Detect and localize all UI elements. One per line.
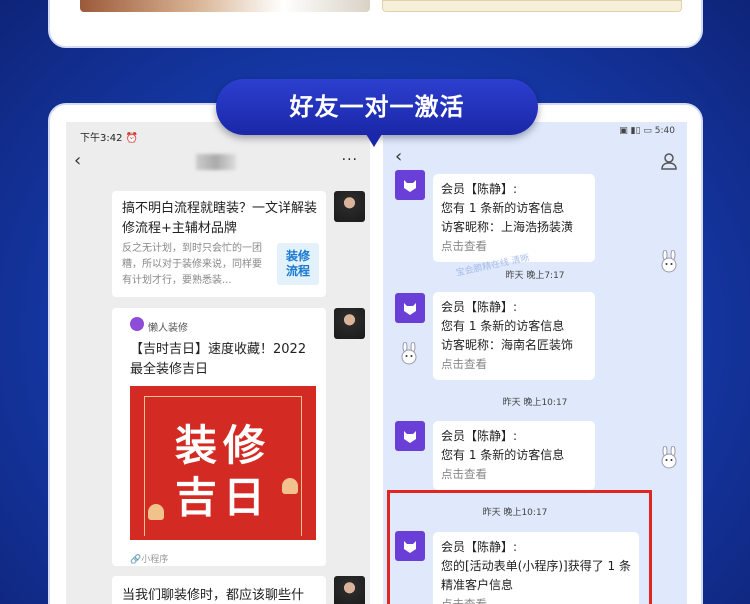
chat-nav-bar: ‹ ··· — [66, 150, 370, 180]
article-card-message[interactable]: 搞不明白流程就瞎装？一文详解装修流程+主辅材品牌 反之无计划，到时只会忙的一团糟… — [112, 191, 326, 297]
mini-program-title: 【吉时吉日】速度收藏！2022最全装修吉日 — [130, 342, 307, 377]
message-line: 访客昵称：上海浩扬装潢 — [441, 220, 574, 234]
user-icon[interactable] — [660, 152, 678, 170]
bunny-sticker-icon — [661, 250, 677, 273]
avatar[interactable] — [334, 308, 365, 339]
notification-message[interactable]: 会员【陈静】: 您的[活动表单(小程序)]获得了 1 条精准客户信息 点击查看 — [433, 532, 639, 604]
left-phone-screenshot: 下午3:42 ⏰ ‹ ··· 搞不明白流程就瞎装？一文详解装修流程+主辅材品牌 … — [66, 122, 370, 604]
article-thumbnail: 装修 流程 — [277, 243, 319, 285]
timestamp: 昨天 晚上10:17 — [482, 508, 548, 518]
notification-bot-icon — [395, 293, 425, 323]
section-title-pill: 好友一对一激活 — [216, 79, 538, 147]
message-line: 会员【陈静】: — [441, 182, 518, 196]
bunny-sticker-icon — [401, 342, 417, 365]
section-title: 好友一对一激活 — [289, 93, 465, 121]
view-link[interactable]: 点击查看 — [441, 355, 587, 374]
article-desc: 反之无计划，到时只会忙的一团糟，所以对于装修来说，同样要有计划才行，要熟悉装..… — [122, 243, 262, 286]
chevron-left-icon[interactable]: ‹ — [395, 146, 402, 167]
message-line: 您有 1 条新的访客信息 — [441, 319, 565, 333]
timestamp: 昨天 晚上7:17 — [505, 271, 565, 281]
poster-text: 装修 吉日 — [174, 421, 271, 522]
avatar[interactable] — [334, 576, 365, 604]
timestamp: 昨天 晚上10:17 — [502, 398, 568, 408]
poster-image: 装修 吉日 — [130, 386, 316, 540]
message-line: 会员【陈静】: — [441, 429, 518, 443]
notification-bot-icon — [395, 170, 425, 200]
image-strip — [382, 0, 682, 12]
avatar[interactable] — [334, 191, 365, 222]
view-link[interactable]: 点击查看 — [441, 465, 587, 484]
image-strip — [80, 0, 370, 12]
app-logo-icon — [130, 317, 144, 331]
mini-program-label: 🔗小程序 — [130, 555, 169, 565]
message-line: 您有 1 条新的访客信息 — [441, 201, 565, 215]
blurred-contact-name — [196, 154, 236, 170]
more-icon[interactable]: ··· — [342, 152, 358, 168]
message-line: 会员【陈静】: — [441, 540, 518, 554]
message-line: 访客昵称：海南名匠装饰 — [441, 338, 574, 352]
message-text: 当我们聊装修时，都应该聊些什 — [122, 588, 305, 603]
notification-message[interactable]: 会员【陈静】: 您有 1 条新的访客信息 点击查看 — [433, 421, 595, 490]
article-title: 搞不明白流程就瞎装？一文详解装修流程+主辅材品牌 — [122, 201, 318, 236]
message-line: 您有 1 条新的访客信息 — [441, 448, 565, 462]
notification-bot-icon — [395, 531, 425, 561]
notification-message[interactable]: 会员【陈静】: 您有 1 条新的访客信息 访客昵称：海南名匠装饰 点击查看 — [433, 292, 595, 380]
status-bar: ▣ ▮▯ ▭ 5:40 — [619, 126, 675, 136]
message-line: 会员【陈静】: — [441, 300, 518, 314]
status-bar-time: 下午3:42 ⏰ — [80, 133, 139, 144]
mini-program-source: 懒人装修 — [148, 323, 188, 334]
bunny-sticker-icon — [661, 446, 677, 469]
notification-message[interactable]: 会员【陈静】: 您有 1 条新的访客信息 访客昵称：上海浩扬装潢 点击查看 — [433, 174, 595, 262]
mini-program-card-message[interactable]: 懒人装修 【吉时吉日】速度收藏！2022最全装修吉日 装修 吉日 🔗小程序 — [112, 308, 326, 566]
right-phone-screenshot: ▣ ▮▯ ▭ 5:40 ‹ 会员【陈静】: 您有 1 条新的访客信息 访客昵称：… — [383, 122, 687, 604]
notification-bot-icon — [395, 421, 425, 451]
message-line: 您的[活动表单(小程序)]获得了 1 条精准客户信息 — [441, 559, 631, 592]
view-link[interactable]: 点击查看 — [441, 595, 631, 604]
top-card — [48, 0, 703, 48]
chevron-left-icon[interactable]: ‹ — [74, 150, 81, 171]
text-message[interactable]: 当我们聊装修时，都应该聊些什 — [112, 576, 326, 604]
